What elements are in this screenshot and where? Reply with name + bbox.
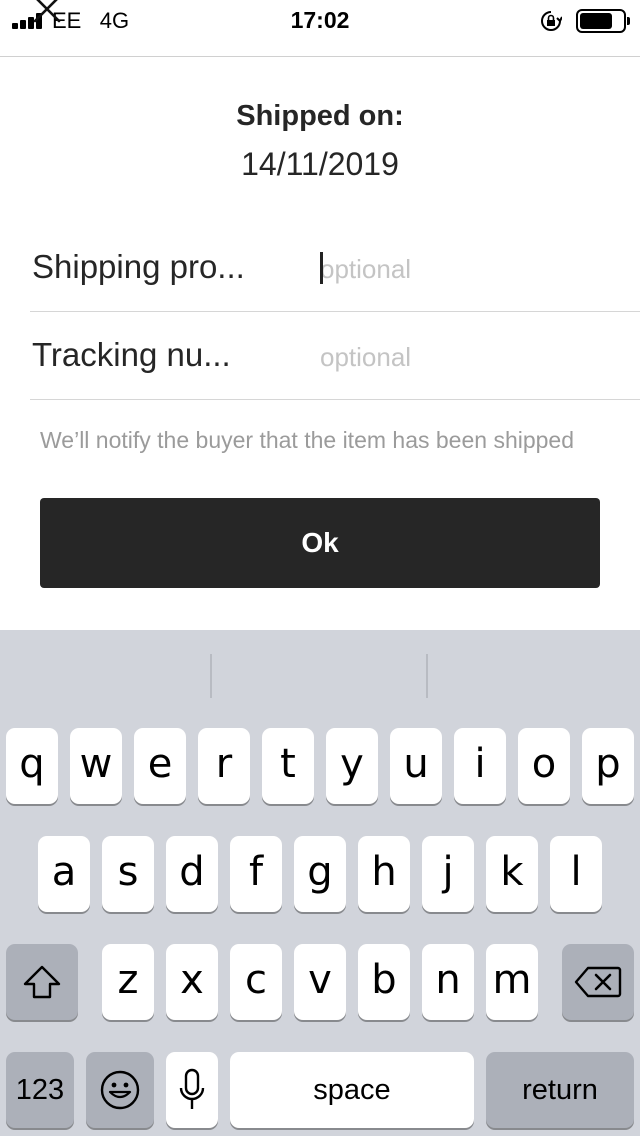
key-s[interactable]: s — [102, 836, 154, 912]
prediction-separator — [210, 654, 212, 698]
key-x[interactable]: x — [166, 944, 218, 1020]
key-m[interactable]: m — [486, 944, 538, 1020]
key-k[interactable]: k — [486, 836, 538, 912]
key-q[interactable]: q — [6, 728, 58, 804]
microphone-icon — [179, 1068, 205, 1109]
key-d[interactable]: d — [166, 836, 218, 912]
key-c[interactable]: c — [230, 944, 282, 1020]
numbers-key[interactable]: 123 — [6, 1052, 74, 1128]
shipping-provider-label: Shipping pro... — [32, 248, 245, 285]
backspace-key[interactable] — [562, 944, 634, 1020]
keyboard: q w e r t y u i o p a s d f g h j k l z … — [0, 630, 640, 1136]
shipped-on-label: Shipped on: — [236, 100, 404, 132]
battery-fill — [580, 13, 612, 29]
close-icon[interactable] — [32, 0, 62, 24]
key-z[interactable]: z — [102, 944, 154, 1020]
key-h[interactable]: h — [358, 836, 410, 912]
return-key[interactable]: return — [486, 1052, 634, 1128]
key-v[interactable]: v — [294, 944, 346, 1020]
shift-key[interactable] — [6, 944, 78, 1020]
emoji-key[interactable] — [86, 1052, 154, 1128]
orientation-lock-icon — [541, 11, 562, 31]
field-divider — [30, 399, 640, 400]
tracking-number-label: Tracking nu... — [32, 336, 231, 373]
key-f[interactable]: f — [230, 836, 282, 912]
text-cursor — [320, 252, 323, 284]
tracking-number-input[interactable] — [320, 335, 620, 379]
key-o[interactable]: o — [518, 728, 570, 804]
shipped-date: 14/11/2019 — [241, 146, 399, 182]
key-b[interactable]: b — [358, 944, 410, 1020]
key-l[interactable]: l — [550, 836, 602, 912]
key-j[interactable]: j — [422, 836, 474, 912]
backspace-icon — [574, 966, 622, 998]
status-bar: EE 4G 17:02 — [0, 0, 640, 40]
field-divider — [30, 311, 640, 312]
ok-button[interactable]: Ok — [40, 498, 600, 588]
key-y[interactable]: y — [326, 728, 378, 804]
shift-icon — [23, 965, 61, 999]
key-p[interactable]: p — [582, 728, 634, 804]
space-key[interactable]: space — [230, 1052, 474, 1128]
key-i[interactable]: i — [454, 728, 506, 804]
key-n[interactable]: n — [422, 944, 474, 1020]
key-t[interactable]: t — [262, 728, 314, 804]
key-a[interactable]: a — [38, 836, 90, 912]
battery-icon — [576, 9, 630, 33]
key-w[interactable]: w — [70, 728, 122, 804]
key-e[interactable]: e — [134, 728, 186, 804]
header-divider — [0, 56, 640, 57]
notify-buyer-notice: We’ll notify the buyer that the item has… — [40, 427, 575, 453]
key-u[interactable]: u — [390, 728, 442, 804]
emoji-icon — [100, 1070, 140, 1110]
key-r[interactable]: r — [198, 728, 250, 804]
shipping-provider-input[interactable] — [320, 247, 620, 291]
prediction-separator — [426, 654, 428, 698]
key-g[interactable]: g — [294, 836, 346, 912]
dictation-key[interactable] — [166, 1052, 218, 1128]
